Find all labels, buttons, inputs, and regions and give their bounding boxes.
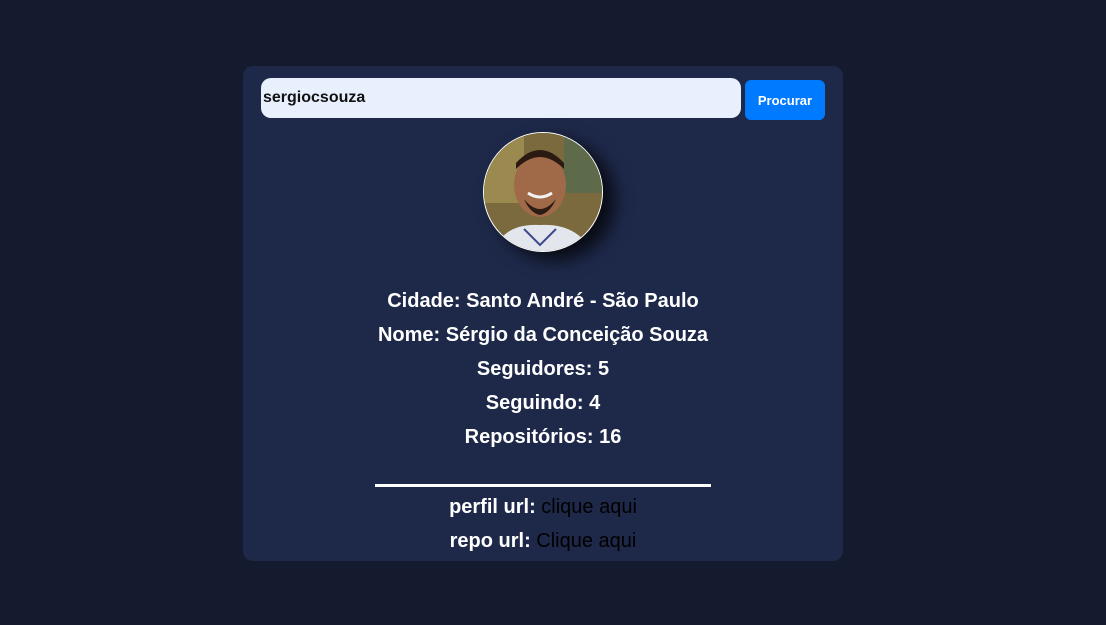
repos-value: 16 [599,426,622,448]
followers-label: Seguidores: [476,358,593,380]
search-button[interactable]: Procurar [745,80,825,120]
divider [375,484,711,487]
following-label: Seguindo: [485,392,584,414]
profile-info: Cidade: Santo André - São Paulo Nome: Sé… [243,284,843,454]
repo-url-line: repo url: Clique aqui [243,524,843,558]
followers-line: Seguidores: 5 [243,352,843,386]
repo-url-link[interactable]: Clique aqui [536,530,636,552]
name-label: Nome: [377,324,441,346]
profile-url-link[interactable]: clique aqui [541,496,637,518]
search-row: Procurar [261,78,825,120]
repo-url-label: repo url: [449,530,531,552]
name-value: Sérgio da Conceição Souza [445,324,709,346]
city-label: Cidade: [387,290,461,312]
following-line: Seguindo: 4 [243,386,843,420]
followers-value: 5 [598,358,610,380]
avatar-photo [484,133,602,251]
repos-label: Repositórios: [464,426,594,448]
repos-line: Repositórios: 16 [243,420,843,454]
profile-url-line: perfil url: clique aqui [243,490,843,524]
city-value: Santo André - São Paulo [466,290,699,312]
city-line: Cidade: Santo André - São Paulo [243,284,843,318]
profile-url-label: perfil url: [449,496,536,518]
name-line: Nome: Sérgio da Conceição Souza [243,318,843,352]
profile-card: Procurar Cidade: Santo André - São Paulo… [243,66,843,561]
search-input[interactable] [261,78,741,118]
profile-links: perfil url: clique aqui repo url: Clique… [243,490,843,558]
following-value: 4 [589,392,601,414]
avatar [483,132,603,252]
